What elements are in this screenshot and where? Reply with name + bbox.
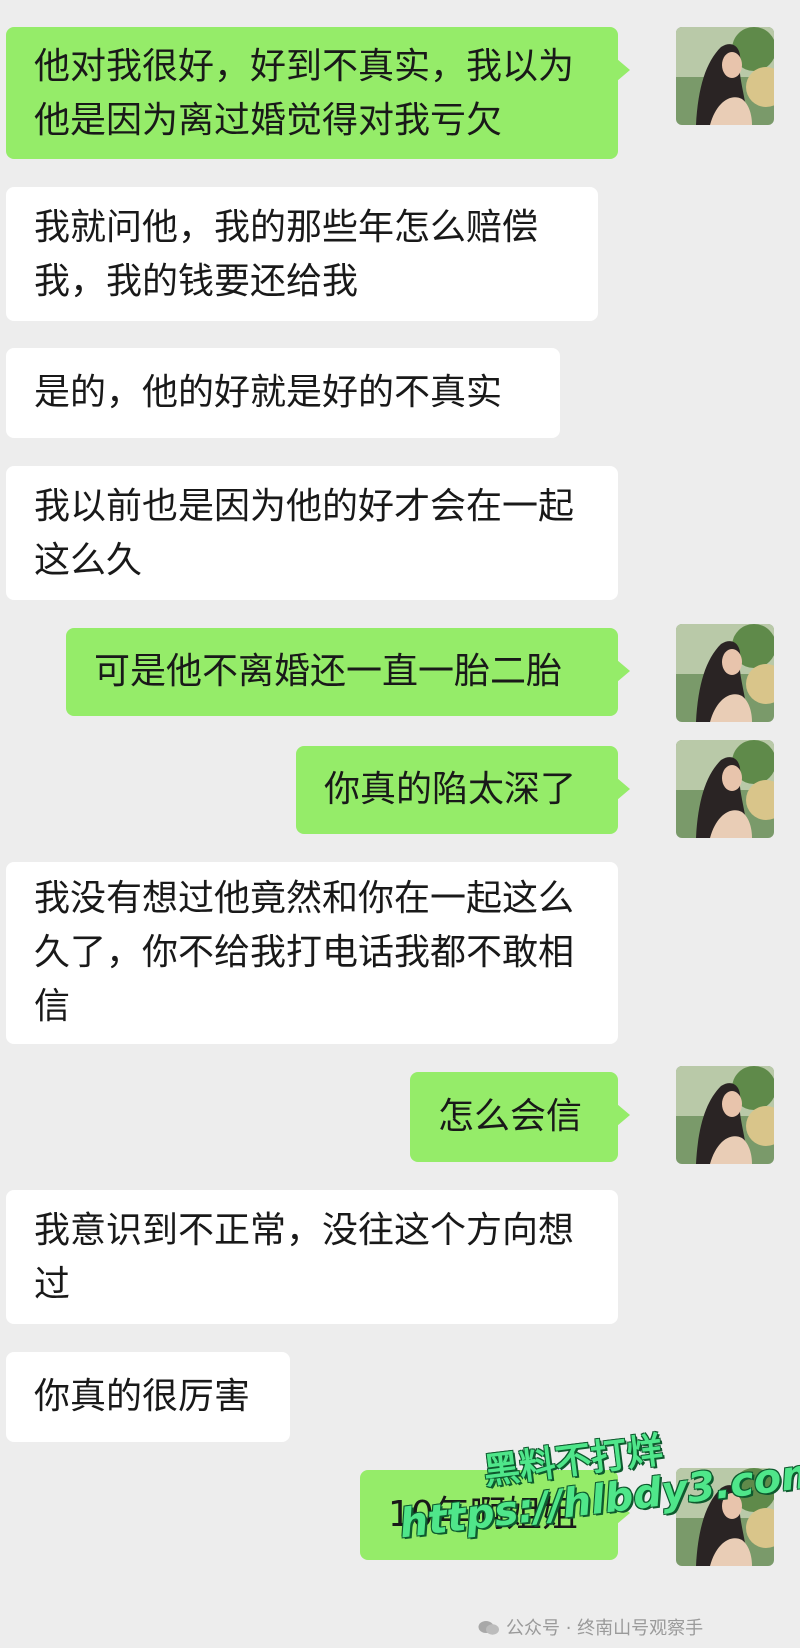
message-outgoing[interactable]: 怎么会信 [410, 1072, 630, 1162]
message-outgoing[interactable]: 他对我很好，好到不真实，我以为他是因为离过婚觉得对我亏欠 [6, 27, 630, 159]
source-label: 公众号 · 终南山号观察手 [478, 1614, 703, 1640]
avatar-image [676, 740, 774, 838]
source-text: 公众号 · 终南山号观察手 [506, 1618, 704, 1639]
message-outgoing[interactable]: 可是他不离婚还一直一胎二胎 [66, 628, 630, 716]
avatar-image [676, 27, 774, 125]
message-incoming[interactable]: 你真的很厉害 [6, 1352, 290, 1442]
avatar[interactable] [676, 27, 774, 125]
message-incoming[interactable]: 我没有想过他竟然和你在一起这么久了，你不给我打电话我都不敢相信 [6, 862, 618, 1044]
message-incoming[interactable]: 我意识到不正常，没往这个方向想过 [6, 1190, 618, 1324]
avatar-image [676, 624, 774, 722]
avatar-image [676, 1066, 774, 1164]
message-incoming[interactable]: 是的，他的好就是好的不真实 [6, 348, 560, 438]
message-incoming[interactable]: 我以前也是因为他的好才会在一起这么久 [6, 466, 618, 600]
wechat-icon [478, 1621, 499, 1635]
avatar[interactable] [676, 740, 774, 838]
avatar[interactable] [676, 1066, 774, 1164]
message-outgoing[interactable]: 你真的陷太深了 [296, 746, 630, 834]
message-incoming[interactable]: 我就问他，我的那些年怎么赔偿我，我的钱要还给我 [6, 187, 598, 321]
avatar[interactable] [676, 624, 774, 722]
chat-area: 他对我很好，好到不真实，我以为他是因为离过婚觉得对我亏欠 我就问他，我的那些年怎… [0, 0, 800, 1648]
